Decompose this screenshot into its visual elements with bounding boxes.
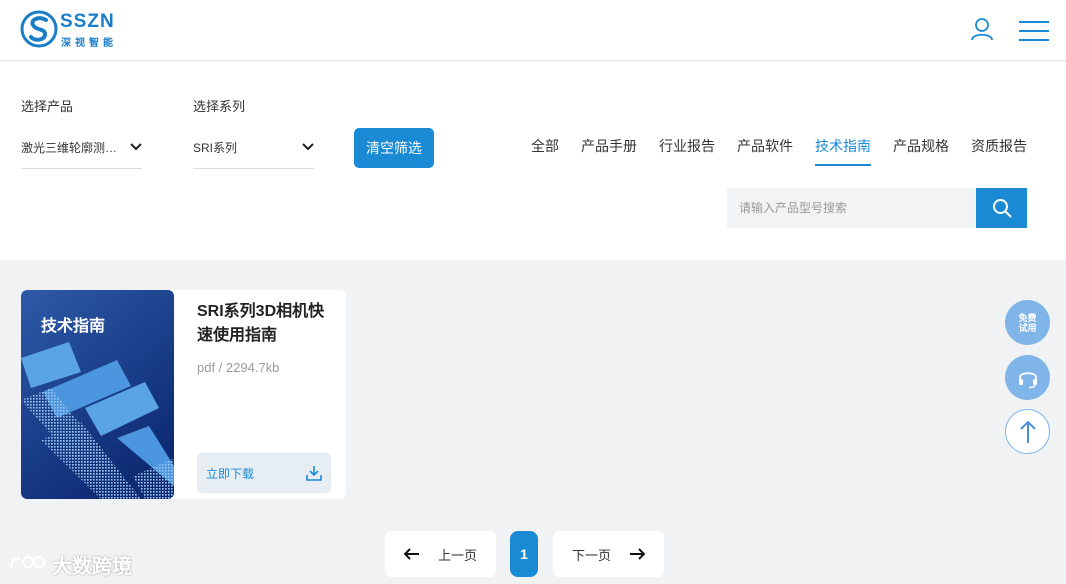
brand-subtitle: 深视智能 <box>61 38 117 49</box>
prev-page-button[interactable]: 上一页 <box>385 531 496 577</box>
free-trial-button[interactable]: 免费试用 <box>1005 300 1050 345</box>
site-header: SSZN 深视智能 <box>0 0 1066 61</box>
document-card[interactable]: 技术指南 SRI系列3D相机快速使用指南 pdf / 2294.7kb 立即下载 <box>21 290 346 499</box>
download-button[interactable]: 立即下载 <box>197 453 331 493</box>
brand-logo[interactable]: SSZN 深视智能 <box>20 10 125 50</box>
tab-qualification-report[interactable]: 资质报告 <box>971 136 1027 166</box>
document-title[interactable]: SRI系列3D相机快速使用指南 <box>197 300 337 348</box>
cover-title: 技术指南 <box>41 318 106 335</box>
product-select-value: 激光三维轮廓测… <box>21 140 118 155</box>
customer-service-button[interactable] <box>1005 355 1050 400</box>
clear-filter-button[interactable]: 清空筛选 <box>354 128 434 168</box>
download-label: 立即下载 <box>206 466 255 481</box>
hamburger-menu-icon[interactable] <box>1019 20 1049 42</box>
next-page-button[interactable]: 下一页 <box>553 531 664 577</box>
search-icon <box>992 199 1011 218</box>
search-box <box>727 188 1027 228</box>
free-trial-label: 免费试用 <box>1018 312 1037 333</box>
filter-panel: 选择产品 激光三维轮廓测… 选择系列 SRI系列 清空筛选 全部 产品手册 行业… <box>0 62 1066 260</box>
product-select[interactable]: 激光三维轮廓测… <box>21 126 142 169</box>
headset-icon <box>1018 371 1037 388</box>
prev-page-label: 上一页 <box>437 547 477 563</box>
download-icon <box>306 466 322 481</box>
tab-industry-report[interactable]: 行业报告 <box>659 136 715 166</box>
tab-product-manual[interactable]: 产品手册 <box>581 136 637 166</box>
brand-name: SSZN <box>60 11 115 32</box>
watermark: 大数跨境 <box>8 551 132 578</box>
tab-product-software[interactable]: 产品软件 <box>737 136 793 166</box>
document-meta: pdf / 2294.7kb <box>197 360 280 375</box>
watermark-logo-icon <box>10 556 45 570</box>
chevron-down-icon <box>302 143 314 151</box>
series-filter-label: 选择系列 <box>193 99 246 114</box>
category-tabs: 全部 产品手册 行业报告 产品软件 技术指南 产品规格 资质报告 <box>509 136 1027 166</box>
tab-all[interactable]: 全部 <box>531 136 559 166</box>
next-page-label: 下一页 <box>571 547 611 563</box>
product-filter-label: 选择产品 <box>21 99 74 114</box>
page-number-current[interactable]: 1 <box>510 531 538 577</box>
tab-technical-guide[interactable]: 技术指南 <box>815 136 871 166</box>
arrow-right-icon <box>630 548 645 560</box>
logo-mark-icon <box>20 10 58 48</box>
arrow-up-icon <box>1019 420 1036 443</box>
back-to-top-button[interactable] <box>1005 409 1050 454</box>
series-select[interactable]: SRI系列 <box>193 126 314 169</box>
search-input[interactable] <box>727 188 976 228</box>
watermark-text: 大数跨境 <box>52 555 132 578</box>
search-button[interactable] <box>976 188 1027 228</box>
user-icon[interactable] <box>969 16 995 42</box>
chevron-down-icon <box>130 143 142 151</box>
tab-product-spec[interactable]: 产品规格 <box>893 136 949 166</box>
arrow-left-icon <box>403 548 419 560</box>
series-select-value: SRI系列 <box>193 140 238 155</box>
document-cover: 技术指南 <box>21 290 174 499</box>
